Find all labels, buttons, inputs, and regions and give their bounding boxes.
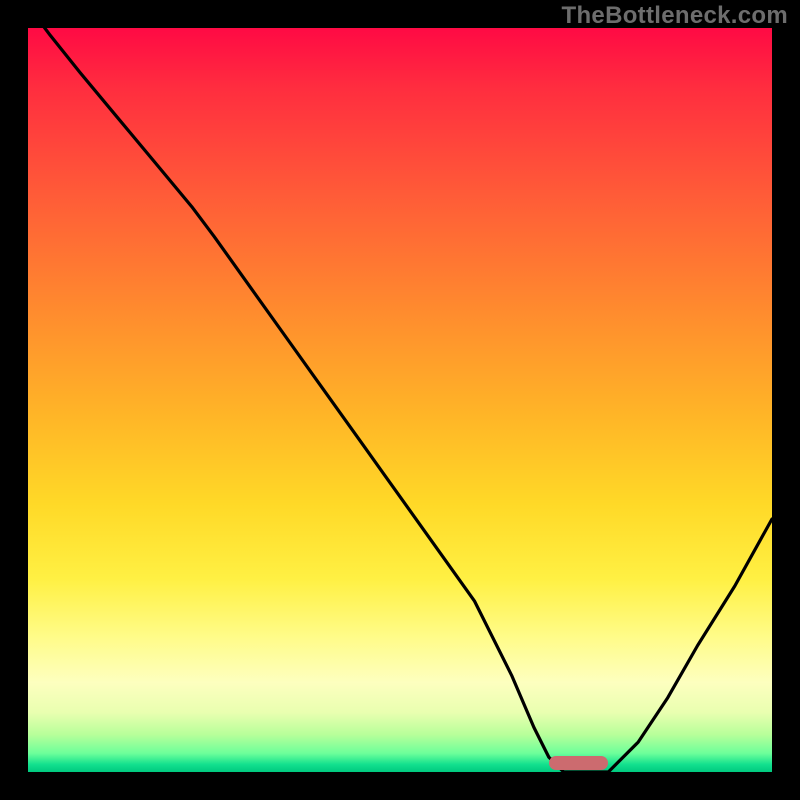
chart-frame: TheBottleneck.com (0, 0, 800, 800)
watermark-text: TheBottleneck.com (562, 2, 788, 30)
optimal-range-marker (549, 756, 609, 770)
bottleneck-curve (28, 28, 772, 772)
curve-layer (28, 28, 772, 772)
plot-area (28, 28, 772, 772)
